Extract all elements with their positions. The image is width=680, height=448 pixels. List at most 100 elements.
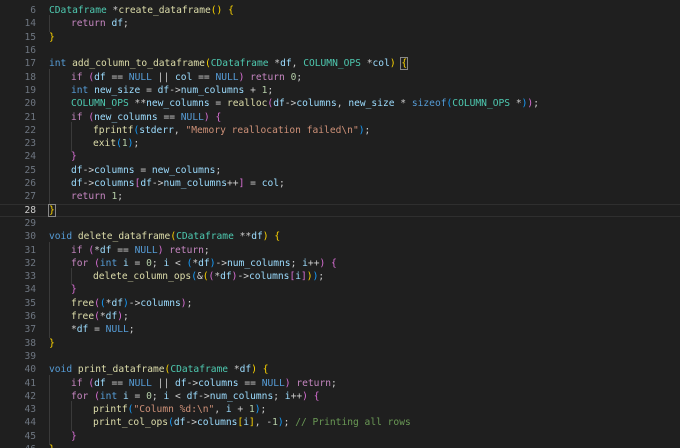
code-line[interactable]: 42 for (int i = 0; i < df->num_columns; i… (0, 387, 680, 405)
code-token: , (214, 404, 226, 416)
code-token: print_dataframe (77, 364, 165, 376)
line-number: 19 (24, 84, 36, 96)
code-line[interactable]: 6 CDataframe *create_dataframe() { (0, 4, 680, 17)
line-number: 26 (24, 178, 36, 190)
code-token: df (105, 311, 118, 323)
code-line[interactable]: 45} (0, 427, 680, 445)
code-token: free (71, 311, 95, 323)
code-text: } (49, 32, 55, 43)
code-token: add_column_to_dataframe (72, 58, 205, 70)
code-token: print_col_ops (93, 417, 169, 429)
code-token: * (268, 58, 281, 70)
code-token: CDataframe (176, 231, 234, 243)
code-token: ** (233, 231, 252, 243)
code-line[interactable]: 34} (0, 281, 680, 299)
code-token: df (175, 377, 187, 389)
code-line[interactable]: 23 exit(1); (0, 135, 680, 153)
code-line[interactable]: 16 (0, 44, 680, 57)
code-line[interactable]: 40 void print_dataframe(CDataframe *df) { (0, 363, 680, 376)
code-token: = (140, 84, 158, 96)
code-line[interactable]: 36 free(*df); (0, 308, 680, 326)
code-line[interactable]: 31 if (*df == NULL) return; (0, 241, 680, 259)
code-token: col (372, 58, 390, 70)
line-number: 42 (24, 390, 36, 402)
code-token: columns (140, 297, 181, 309)
code-line[interactable]: 20 COLUMN_OPS **new_columns = realloc(df-… (0, 95, 680, 113)
code-token: -> (128, 297, 141, 309)
line-number: 23 (24, 138, 36, 150)
code-token: -> (169, 84, 181, 96)
code-line[interactable]: 15} (0, 31, 680, 44)
code-token: ; (260, 404, 267, 416)
line-number: 41 (24, 377, 36, 389)
code-line[interactable]: 41 if (df == NULL || df->columns == NULL)… (0, 374, 680, 392)
code-token: df (111, 297, 124, 309)
code-token: ; (151, 390, 164, 402)
code-token: new_size (348, 98, 395, 110)
code-line[interactable]: 37 *df = NULL; (0, 321, 680, 339)
code-line[interactable]: 38} (0, 337, 680, 350)
line-number: 33 (24, 271, 36, 283)
code-token: -> (82, 178, 95, 190)
code-token: columns (94, 178, 135, 190)
code-token: if (71, 111, 83, 123)
code-token: int (71, 84, 89, 96)
code-line[interactable]: 24} (0, 148, 680, 166)
code-line[interactable]: 46} (0, 443, 680, 448)
code-token: < (169, 257, 187, 269)
code-token: { (215, 111, 222, 123)
code-token: } (49, 444, 55, 448)
code-line[interactable]: 43 printf("Column %d:\n", i + 1); (0, 401, 680, 419)
code-token: () (210, 5, 223, 17)
line-number: 43 (24, 404, 36, 416)
code-line[interactable]: 21 if (new_columns == NULL) { (0, 108, 680, 126)
code-token: columns (197, 417, 238, 429)
code-token: NULL (215, 71, 239, 83)
code-line[interactable]: 18 if (df == NULL || col == NULL) return … (0, 68, 680, 86)
code-token: int (49, 58, 67, 70)
line-number: 15 (24, 31, 36, 43)
code-token: int (99, 257, 118, 269)
line-number: 27 (24, 191, 36, 203)
code-line[interactable]: 39 (0, 350, 680, 363)
code-text: } (49, 148, 77, 166)
code-line[interactable]: 17 int add_column_to_dataframe(CDataframe… (0, 57, 680, 71)
code-line[interactable]: 28} (0, 203, 680, 217)
code-line[interactable]: 35 free((*df)->columns); (0, 294, 680, 312)
code-editor[interactable]: 6 CDataframe *create_dataframe() {14 retur… (0, 0, 680, 448)
code-line[interactable]: 44 print_col_ops(df->columns[i], -1); // … (0, 414, 680, 432)
code-token: , (291, 58, 304, 70)
code-line[interactable]: 25 df->columns = new_columns; (0, 161, 680, 179)
code-line[interactable]: 22 fprintf(stderr, "Memory reallocation f… (0, 121, 680, 139)
line-number: 36 (24, 311, 36, 323)
line-number: 35 (24, 297, 36, 309)
code-token: num_columns (163, 178, 228, 190)
code-token: COLUMN_OPS (71, 98, 129, 110)
code-token: ; (133, 138, 140, 150)
code-token: df (273, 98, 285, 110)
code-text: printf("Column %d:\n", i + 1); (49, 401, 267, 419)
code-line[interactable]: 27 return 1; (0, 188, 680, 206)
code-text: return df; (49, 15, 129, 33)
code-line[interactable]: 29 (0, 217, 680, 230)
code-token: ; (267, 84, 274, 96)
code-token: free (71, 297, 95, 309)
code-token: "Memory reallocation failed\n" (185, 124, 359, 136)
code-line[interactable]: 19 int new_size = df->num_columns + 1; (0, 81, 680, 99)
code-token: // Printing all rows (295, 417, 411, 429)
code-line[interactable]: 14 return df; (0, 15, 680, 33)
code-token: df (94, 377, 106, 389)
code-token: "Column %d:\n" (133, 404, 215, 416)
code-text: for (int i = 0; i < (*df)->num_columns; … (49, 254, 337, 272)
code-line[interactable]: 26 df->columns[df->num_columns++] = col; (0, 175, 680, 193)
code-token: * (394, 98, 412, 110)
code-token: void (49, 231, 73, 243)
code-token: new_columns (146, 98, 210, 110)
code-token: ; (279, 178, 285, 190)
code-token: printf (93, 404, 128, 416)
code-text: COLUMN_OPS **new_columns = realloc(df->c… (49, 95, 539, 113)
code-line[interactable]: 32 for (int i = 0; i < (*df)->num_columns… (0, 254, 680, 272)
code-token: ; (151, 257, 164, 269)
code-line[interactable]: 33 delete_column_ops(&((*df)->columns[i])… (0, 268, 680, 286)
code-line[interactable]: 30 void delete_dataframe(CDataframe **df)… (0, 230, 680, 243)
